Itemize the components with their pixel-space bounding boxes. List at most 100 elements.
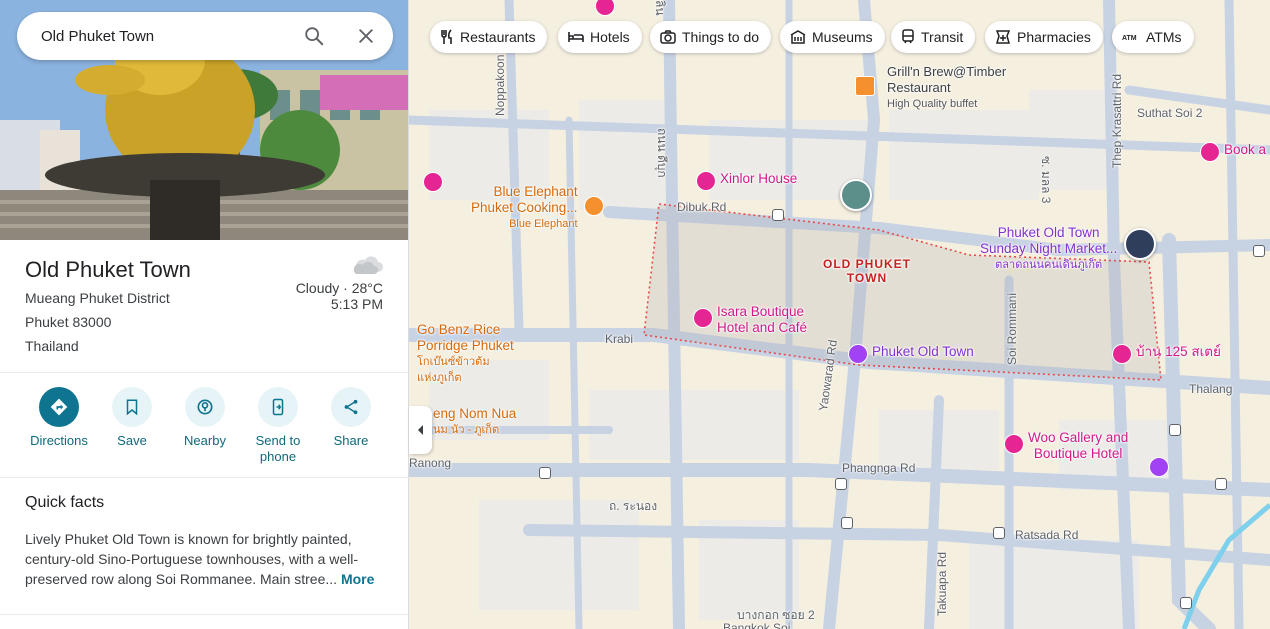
collapse-panel-button[interactable] xyxy=(409,406,432,454)
bus-stop-icon[interactable] xyxy=(835,478,847,490)
hotel-pin-icon xyxy=(595,0,615,16)
poi-go-benz-name: Go Benz Rice xyxy=(417,322,501,337)
street-thai-dibuk: ถนน ดีบุก xyxy=(655,128,669,178)
street-krabi: Krabi xyxy=(605,332,634,346)
hotel-pin-icon xyxy=(696,171,716,191)
poi-left-hotel[interactable] xyxy=(423,172,443,192)
bus-stop-icon[interactable] xyxy=(993,527,1005,539)
chip-pharmacies-label: Pharmacies xyxy=(1017,29,1091,45)
address-line-2: Phuket 83000 xyxy=(25,314,112,330)
poi-xinlor-house[interactable]: Xinlor House xyxy=(696,171,797,191)
chevron-left-icon xyxy=(417,425,423,435)
save-button[interactable]: Save xyxy=(92,387,172,449)
poi-sunday-market[interactable]: Phuket Old Town Sunday Night Market... ต… xyxy=(976,225,1117,273)
poi-phuket-old-town[interactable]: Phuket Old Town xyxy=(848,344,974,364)
poi-isara-name2: Hotel and Café xyxy=(717,320,808,335)
divider xyxy=(0,614,408,615)
hotel-pin-icon xyxy=(693,308,713,328)
poi-grill-name2: Restaurant xyxy=(887,80,951,95)
area-label-line2: TOWN xyxy=(846,271,888,285)
photo-thumbnail[interactable] xyxy=(840,179,872,211)
chip-pharmacies[interactable]: Pharmacies xyxy=(985,21,1103,53)
poi-isara-label: Isara Boutique Hotel and Café xyxy=(717,304,807,336)
search-button[interactable] xyxy=(300,22,328,50)
save-label: Save xyxy=(117,433,147,448)
share-label: Share xyxy=(333,433,369,448)
poi-go-benz-sub: โกเบ๊นซ์ข้าวต้ม xyxy=(417,356,490,368)
road-network xyxy=(409,0,1270,629)
save-circle xyxy=(112,387,152,427)
bus-stop-icon[interactable] xyxy=(1253,245,1265,257)
poi-grill-n-brew[interactable]: Grill'n Brew@Timber Restaurant High Qual… xyxy=(855,64,1006,112)
bus-stop-icon[interactable] xyxy=(1215,478,1227,490)
chip-hotels-label: Hotels xyxy=(590,29,630,45)
search-input[interactable] xyxy=(41,12,291,60)
chip-restaurants[interactable]: Restaurants xyxy=(430,21,548,53)
poi-museum-pin[interactable] xyxy=(1149,457,1169,477)
poi-woo-gallery[interactable]: Woo Gallery and Boutique Hotel xyxy=(1004,430,1128,462)
poi-teng-sub: นม นัว - ภูเก็ต xyxy=(433,424,500,436)
area-label-line1: OLD PHUKET xyxy=(823,257,911,271)
svg-text:ATM: ATM xyxy=(1122,35,1137,42)
weather-info: Cloudy · 28°C 5:13 PM xyxy=(296,280,383,312)
chip-things-to-do[interactable]: Things to do xyxy=(650,21,772,53)
camera-pin-icon xyxy=(848,344,868,364)
bus-stop-icon[interactable] xyxy=(1169,424,1181,436)
search-box xyxy=(17,12,393,60)
chip-hotels[interactable]: Hotels xyxy=(558,21,642,53)
quick-facts-body: Lively Phuket Old Town is known for brig… xyxy=(25,531,359,587)
poi-phuket-old-town-label: Phuket Old Town xyxy=(872,344,974,359)
poi-grill-name: Grill'n Brew@Timber xyxy=(887,64,1007,79)
send-to-phone-label: Send to phone xyxy=(238,433,318,465)
divider xyxy=(0,372,408,373)
photo-thumbnail[interactable] xyxy=(1124,228,1156,260)
hotel-pin-icon xyxy=(1112,344,1132,364)
train-icon xyxy=(902,29,914,44)
street-takuapa: Takuapa Rd xyxy=(935,551,949,616)
poi-book-label: Book a xyxy=(1224,142,1267,157)
poi-sunday-market-name2: Sunday Night Market... xyxy=(980,241,1118,256)
street-thep-krasattri: Thep Krasattri Rd xyxy=(1110,73,1124,168)
chip-atms[interactable]: ATM ATMs xyxy=(1112,21,1194,53)
send-to-phone-button[interactable]: Send to phone xyxy=(238,387,318,465)
poi-woo-name2: Boutique Hotel xyxy=(1033,446,1123,461)
place-panel: Old Phuket Town Mueang Phuket District P… xyxy=(0,0,409,629)
bookmark-icon xyxy=(126,399,138,416)
street-thai-ranong: ถ. ระนอง xyxy=(609,499,658,513)
poi-sunday-market-sub: ตลาดถนนคนเดินภูเก็ต xyxy=(995,259,1103,271)
poi-isara-boutique[interactable]: Isara Boutique Hotel and Café xyxy=(693,304,807,336)
poi-book[interactable]: Book a xyxy=(1200,142,1266,162)
directions-icon xyxy=(50,398,68,416)
poi-teng-nom-nua[interactable]: eng Nom Nua นม นัว - ภูเก็ต xyxy=(433,406,516,438)
poi-top-hotel[interactable] xyxy=(595,0,615,16)
address-line-1: Mueang Phuket District xyxy=(25,290,170,306)
search-icon xyxy=(305,27,324,46)
poi-blue-elephant-label: Blue Elephant Phuket Cooking... Blue Ele… xyxy=(471,184,578,232)
street-thai-top: ลิน xyxy=(653,0,667,16)
bus-stop-icon[interactable] xyxy=(539,467,551,479)
bus-stop-icon[interactable] xyxy=(1180,597,1192,609)
poi-go-benz-label: Go Benz Rice Porridge Phuket โกเบ๊นซ์ข้า… xyxy=(417,322,514,386)
poi-ban-125[interactable]: บ้าน 125 สเตย์ xyxy=(1112,344,1221,364)
bus-stop-icon[interactable] xyxy=(772,209,784,221)
directions-button[interactable]: Directions xyxy=(19,387,99,449)
chip-transit[interactable]: Transit xyxy=(891,21,976,53)
share-icon xyxy=(344,399,358,415)
nearby-button[interactable]: Nearby xyxy=(165,387,245,449)
street-phangnga: Phangnga Rd xyxy=(842,461,916,475)
poi-go-benz[interactable]: Go Benz Rice Porridge Phuket โกเบ๊นซ์ข้า… xyxy=(417,322,514,386)
clear-search-button[interactable] xyxy=(352,22,380,50)
bus-stop-icon[interactable] xyxy=(841,517,853,529)
poi-xinlor-label: Xinlor House xyxy=(720,171,798,186)
chip-transit-label: Transit xyxy=(921,29,964,45)
poi-blue-elephant[interactable]: Blue Elephant Phuket Cooking... Blue Ele… xyxy=(467,184,604,232)
map-canvas[interactable]: OLD PHUKET TOWN Dibuk Rd Krabi Phangnga R… xyxy=(409,0,1270,629)
quick-facts-title: Quick facts xyxy=(25,494,105,511)
directions-circle xyxy=(39,387,79,427)
poi-go-benz-sub2: แห่งภูเก็ต xyxy=(417,372,462,384)
more-link[interactable]: More xyxy=(341,571,374,587)
poi-grill-label: Grill'n Brew@Timber Restaurant High Qual… xyxy=(887,64,1006,112)
chip-museums[interactable]: Museums xyxy=(780,21,885,53)
hotel-pin-icon xyxy=(423,172,443,192)
share-button[interactable]: Share xyxy=(311,387,391,449)
